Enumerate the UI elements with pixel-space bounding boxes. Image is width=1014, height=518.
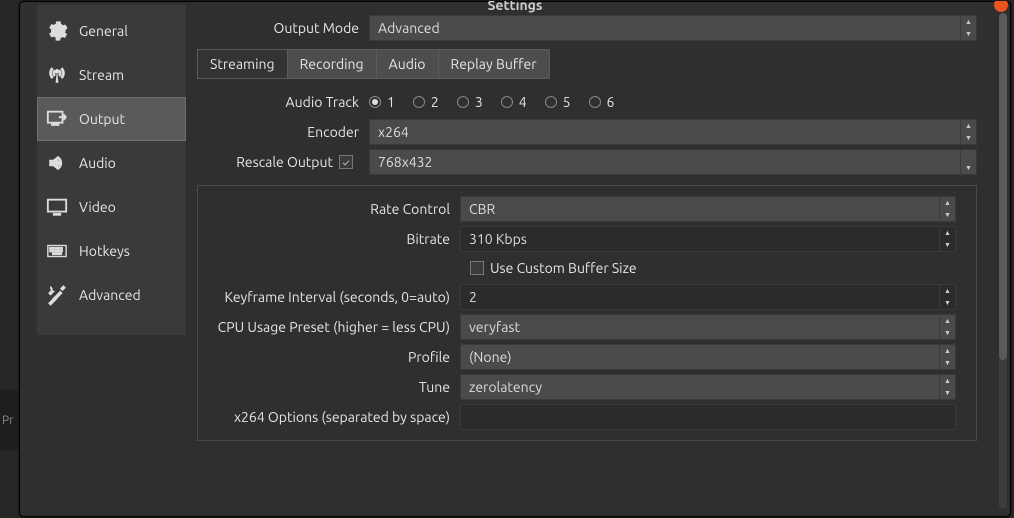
updown-icon[interactable]: ▲▼	[960, 16, 976, 40]
updown-icon[interactable]: ▲▼	[939, 315, 955, 339]
tools-icon	[45, 283, 69, 307]
rescale-checkbox[interactable]: ✓	[339, 155, 353, 169]
x264-opts-label: x264 Options (separated by space)	[198, 409, 460, 425]
tab-recording[interactable]: Recording	[288, 50, 377, 78]
antenna-icon	[45, 63, 69, 87]
output-icon	[45, 107, 69, 131]
tab-replay-buffer[interactable]: Replay Buffer	[439, 50, 549, 78]
audio-track-3[interactable]: 3	[457, 94, 483, 110]
audio-track-2[interactable]: 2	[413, 94, 439, 110]
custom-buffer-checkbox[interactable]	[470, 261, 484, 275]
sidebar-item-video[interactable]: Video	[37, 185, 186, 229]
sidebar-item-label: Output	[79, 111, 125, 127]
sidebar-item-label: Audio	[79, 155, 116, 171]
encoder-settings-group: Rate Control CBR ▲▼ Bitrate 310 Kbps ▲▼	[197, 185, 977, 441]
sidebar-item-audio[interactable]: Audio	[37, 141, 186, 185]
encoder-select[interactable]: x264 ▲▼	[369, 119, 977, 145]
audio-track-label: Audio Track	[197, 94, 369, 110]
bitrate-label: Bitrate	[198, 231, 460, 247]
bitrate-input[interactable]: 310 Kbps ▲▼	[460, 226, 956, 252]
output-tabs: Streaming Recording Audio Replay Buffer	[197, 49, 550, 79]
sidebar-item-output[interactable]: Output	[37, 97, 186, 141]
speaker-icon	[45, 151, 69, 175]
sidebar-item-hotkeys[interactable]: Hotkeys	[37, 229, 186, 273]
scrollbar[interactable]	[999, 13, 1007, 509]
audio-track-4[interactable]: 4	[501, 94, 527, 110]
output-mode-label: Output Mode	[197, 20, 369, 36]
updown-icon[interactable]: ▲▼	[939, 375, 955, 399]
keyboard-icon	[45, 239, 69, 263]
rescale-output-select[interactable]: 768x432 ▼	[369, 149, 977, 175]
audio-track-6[interactable]: 6	[589, 94, 615, 110]
rate-control-label: Rate Control	[198, 201, 460, 217]
output-mode-select[interactable]: Advanced ▲▼	[369, 15, 977, 41]
spinner-icon[interactable]: ▲▼	[939, 227, 955, 251]
dropdown-icon[interactable]: ▼	[960, 150, 976, 174]
output-settings-panel: Output Mode Advanced ▲▼ Streaming Record…	[187, 5, 1011, 517]
obscured-left-strip: Pr	[0, 390, 18, 450]
updown-icon[interactable]: ▲▼	[939, 345, 955, 369]
tune-label: Tune	[198, 379, 460, 395]
sidebar-item-general[interactable]: General	[37, 9, 186, 53]
custom-buffer-label: Use Custom Buffer Size	[490, 260, 637, 276]
sidebar-item-stream[interactable]: Stream	[37, 53, 186, 97]
keyframe-input[interactable]: 2 ▲▼	[460, 284, 956, 310]
settings-sidebar: General Stream Output Audio	[37, 5, 187, 335]
spinner-icon[interactable]: ▲▼	[939, 285, 955, 309]
tab-streaming[interactable]: Streaming	[198, 50, 288, 78]
sidebar-item-label: General	[79, 23, 128, 39]
audio-track-radios: 1 2 3 4 5 6	[369, 87, 614, 117]
encoder-label: Encoder	[197, 124, 369, 140]
profile-select[interactable]: (None) ▲▼	[460, 344, 956, 370]
sidebar-item-advanced[interactable]: Advanced	[37, 273, 186, 317]
sidebar-item-label: Hotkeys	[79, 243, 130, 259]
audio-track-5[interactable]: 5	[545, 94, 571, 110]
monitor-icon	[45, 195, 69, 219]
keyframe-label: Keyframe Interval (seconds, 0=auto)	[198, 289, 460, 305]
updown-icon[interactable]: ▲▼	[960, 120, 976, 144]
profile-label: Profile	[198, 349, 460, 365]
gear-icon	[45, 19, 69, 43]
x264-opts-input[interactable]	[460, 404, 956, 430]
cpu-preset-label: CPU Usage Preset (higher = less CPU)	[198, 319, 460, 335]
rescale-label: Rescale Output	[236, 154, 333, 170]
cpu-preset-select[interactable]: veryfast ▲▼	[460, 314, 956, 340]
scrollbar-thumb[interactable]	[999, 13, 1007, 360]
sidebar-item-label: Advanced	[79, 287, 141, 303]
updown-icon[interactable]: ▲▼	[939, 197, 955, 221]
tab-audio[interactable]: Audio	[377, 50, 439, 78]
rate-control-select[interactable]: CBR ▲▼	[460, 196, 956, 222]
sidebar-item-label: Video	[79, 199, 116, 215]
sidebar-item-label: Stream	[79, 67, 124, 83]
audio-track-1[interactable]: 1	[369, 94, 395, 110]
tune-select[interactable]: zerolatency ▲▼	[460, 374, 956, 400]
